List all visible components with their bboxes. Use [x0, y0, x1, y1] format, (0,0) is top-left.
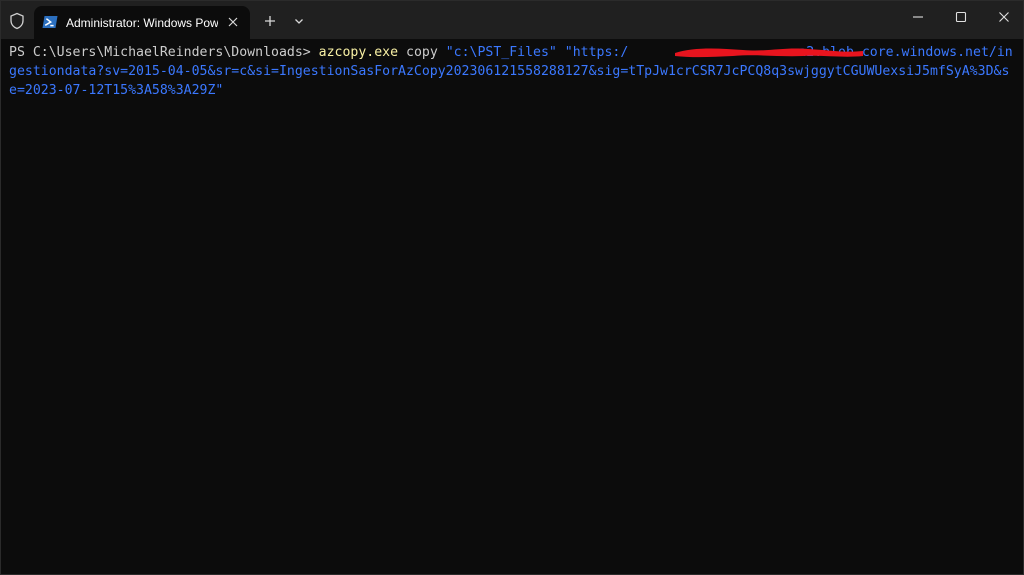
close-icon[interactable] — [224, 13, 242, 31]
close-icon — [998, 10, 1010, 28]
destination-url-start: "https:/ — [556, 45, 629, 60]
shield-icon — [8, 12, 26, 30]
command-argument: copy — [398, 45, 446, 60]
tab-powershell[interactable]: Administrator: Windows PowerShell — [34, 6, 250, 39]
terminal-window: Administrator: Windows PowerShell — [0, 0, 1024, 575]
plus-icon[interactable] — [261, 12, 279, 30]
prompt: PS C:\Users\MichaelReinders\Downloads> — [9, 45, 319, 60]
minimize-icon — [912, 10, 924, 28]
command-name: azcopy.exe — [318, 45, 399, 60]
tab-title: Administrator: Windows PowerShell — [66, 16, 218, 30]
redaction-mark — [673, 44, 865, 60]
title-bar[interactable]: Administrator: Windows PowerShell — [1, 1, 1023, 39]
chevron-down-icon[interactable] — [291, 13, 307, 29]
source-path: "c:\PST_Files" — [445, 45, 557, 60]
maximize-icon — [955, 10, 967, 28]
close-window-button[interactable] — [981, 1, 1023, 37]
minimize-button[interactable] — [895, 1, 941, 37]
powershell-icon — [42, 15, 58, 29]
terminal-output[interactable]: PS C:\Users\MichaelReinders\Downloads> a… — [9, 43, 1015, 563]
maximize-button[interactable] — [938, 1, 984, 37]
